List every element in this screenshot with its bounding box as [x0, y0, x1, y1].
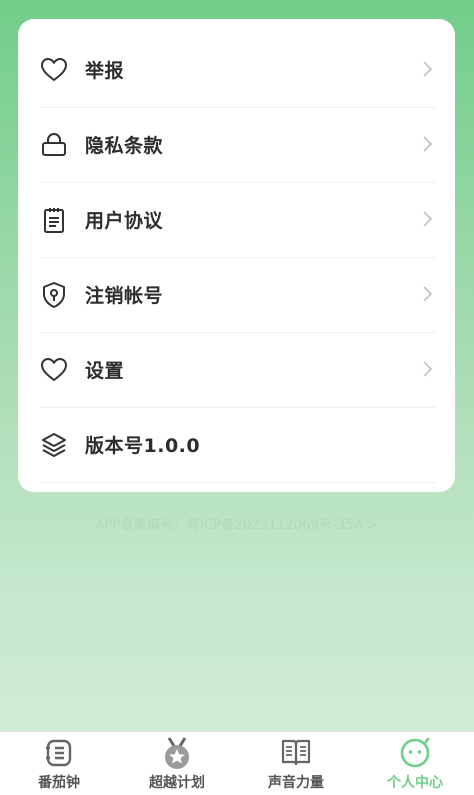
tab-profile[interactable]: 个人中心	[356, 732, 474, 795]
heart-icon	[39, 55, 69, 85]
menu-item-privacy[interactable]: 隐私条款	[40, 107, 435, 183]
tab-voice-power[interactable]: 声音力量	[237, 732, 355, 795]
menu-item-report[interactable]: 举报	[40, 32, 435, 108]
icp-filing-link[interactable]: APP备案编号：粤ICP备2023112069号-35A >	[0, 514, 474, 533]
tab-label: 超越计划	[149, 775, 205, 791]
smile-face-icon	[399, 737, 431, 769]
chevron-right-icon	[419, 134, 435, 154]
tab-label: 番茄钟	[38, 775, 80, 791]
menu-item-version: 版本号1.0.0	[40, 407, 435, 483]
layers-icon	[39, 430, 69, 460]
chevron-right-icon	[419, 209, 435, 229]
chevron-right-icon	[419, 359, 435, 379]
menu-item-label: 举报	[85, 60, 125, 82]
menu-item-label: 设置	[85, 360, 125, 382]
menu-item-delete-account[interactable]: 注销帐号	[40, 257, 435, 333]
book-icon	[280, 737, 312, 769]
tab-beyond-plan[interactable]: 超越计划	[118, 732, 236, 795]
menu-item-label: 注销帐号	[85, 285, 164, 307]
chevron-right-icon	[419, 284, 435, 304]
tab-pomodoro[interactable]: 番茄钟	[0, 732, 118, 795]
menu-item-label: 隐私条款	[85, 135, 164, 157]
heart-icon	[39, 355, 69, 385]
medal-icon	[161, 737, 193, 769]
shield-icon	[39, 280, 69, 310]
version-label: 版本号1.0.0	[85, 435, 201, 457]
menu-item-settings[interactable]: 设置	[40, 332, 435, 408]
tab-label: 个人中心	[387, 775, 443, 791]
lock-icon	[39, 130, 69, 160]
tab-label: 声音力量	[268, 775, 324, 791]
timer-icon	[43, 737, 75, 769]
chevron-right-icon	[419, 59, 435, 79]
menu-item-label: 用户协议	[85, 210, 164, 232]
settings-card: 举报 隐私条款 用户协议 注销帐号 设置 版本号1.0.0	[18, 19, 455, 492]
menu-item-user-agreement[interactable]: 用户协议	[40, 182, 435, 258]
bottom-tab-bar: 番茄钟 超越计划 声音力量 个人中心	[0, 731, 474, 795]
clipboard-icon	[39, 205, 69, 235]
